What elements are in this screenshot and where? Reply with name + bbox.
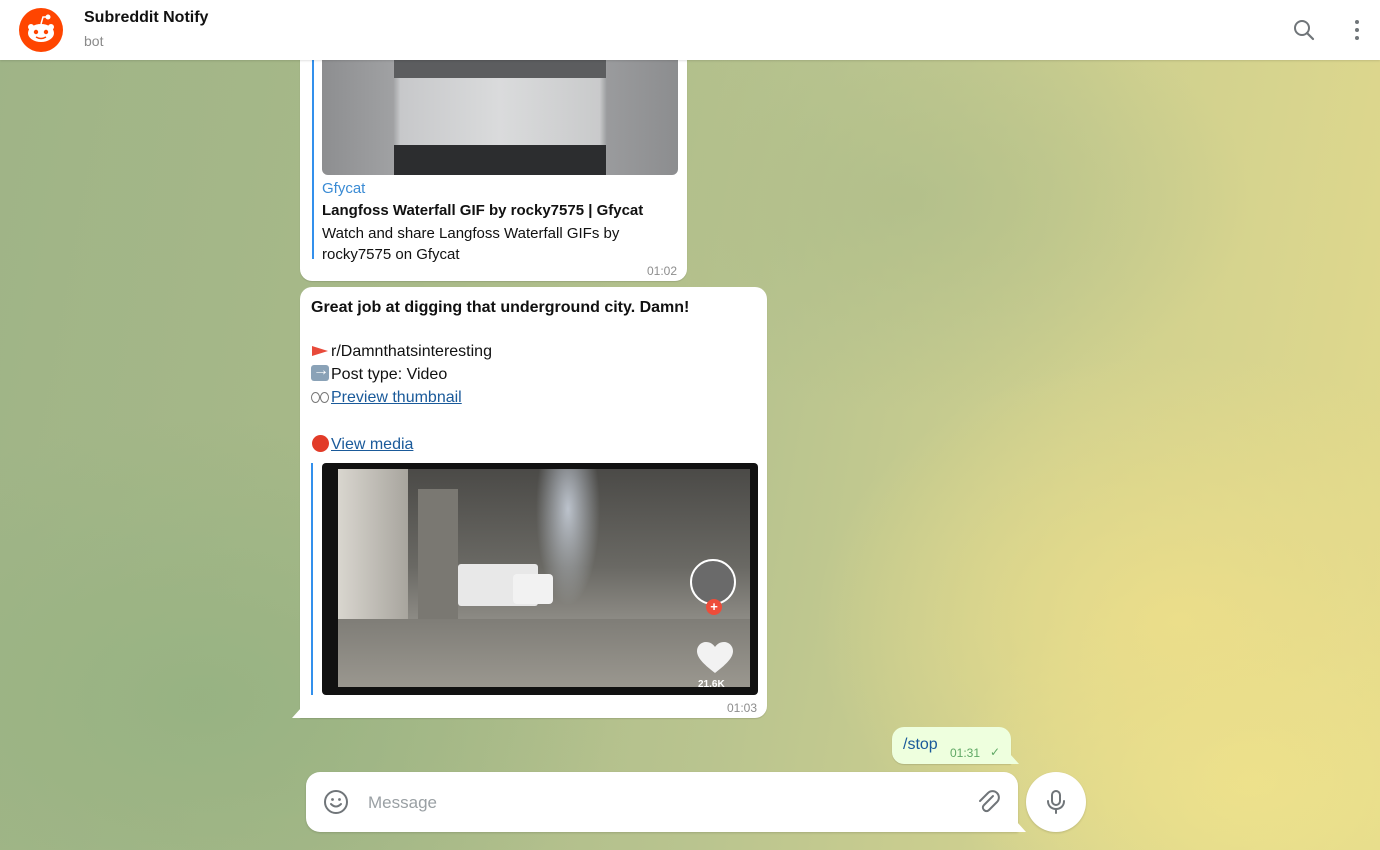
message-input[interactable] <box>366 787 950 819</box>
video-scene-part <box>338 619 750 687</box>
message-bubble[interactable]: Great job at digging that underground ci… <box>292 287 767 718</box>
red-circle-icon <box>311 435 329 452</box>
bubble-tail <box>1017 822 1026 832</box>
link-preview-image[interactable] <box>322 60 678 175</box>
preview-description: Watch and share Langfoss Waterfall GIFs … <box>322 225 620 263</box>
heart-icon <box>696 641 734 675</box>
message-composer <box>306 772 1026 832</box>
search-icon[interactable] <box>1290 16 1318 44</box>
message-time: 01:02 <box>646 264 677 278</box>
check-icon: ✓ <box>990 745 1001 759</box>
bubble-tail <box>292 708 301 718</box>
subreddit-name: r/Damnthatsinteresting <box>331 343 492 360</box>
preview-line: Preview thumbnail <box>311 388 462 407</box>
preview-title: Langfoss Waterfall GIF by rocky7575 | Gf… <box>322 202 644 219</box>
arrow-right-icon <box>311 362 329 381</box>
post-type-line: Post type: Video <box>311 362 448 384</box>
video-frame <box>338 469 750 687</box>
message-time: 01:31 <box>950 746 981 760</box>
subreddit-line: r/Damnthatsinteresting <box>311 342 492 361</box>
preview-image-part <box>394 60 606 78</box>
emoji-icon[interactable] <box>323 789 349 815</box>
command-link[interactable]: /stop <box>903 736 938 754</box>
preview-site-name[interactable]: Gfycat <box>322 180 365 197</box>
preview-accent-bar <box>311 463 313 695</box>
message-time: 01:03 <box>726 701 757 715</box>
message-bubble[interactable]: Gfycat Langfoss Waterfall GIF by rocky75… <box>300 40 687 281</box>
flag-icon <box>311 342 329 358</box>
video-preview[interactable]: + 21.6K <box>322 463 758 695</box>
microphone-icon[interactable] <box>1026 772 1086 832</box>
preview-image-part <box>394 145 606 175</box>
chat-header: Subreddit Notify bot <box>0 0 1380 60</box>
follow-plus-icon: + <box>706 599 722 615</box>
video-scene-part <box>513 574 553 604</box>
media-line: View media <box>311 435 413 454</box>
preview-accent-bar <box>312 40 314 259</box>
chat-subtitle: bot <box>84 33 104 49</box>
more-vertical-icon[interactable] <box>1343 16 1371 44</box>
post-title: Great job at digging that underground ci… <box>311 296 689 319</box>
attach-icon[interactable] <box>974 788 1002 816</box>
post-type: Post type: Video <box>331 366 448 383</box>
eyes-icon <box>311 388 329 404</box>
bubble-tail <box>1010 754 1019 764</box>
view-media-link[interactable]: View media <box>331 436 413 453</box>
chat-title[interactable]: Subreddit Notify <box>84 9 208 27</box>
preview-thumbnail-link[interactable]: Preview thumbnail <box>331 389 462 406</box>
reddit-snoo-icon[interactable] <box>19 8 63 52</box>
post-title-text: Great job at digging that underground ci… <box>311 299 690 316</box>
like-count: 21.6K <box>698 679 725 690</box>
outgoing-message-bubble[interactable]: /stop 01:31 ✓ <box>892 727 1019 764</box>
